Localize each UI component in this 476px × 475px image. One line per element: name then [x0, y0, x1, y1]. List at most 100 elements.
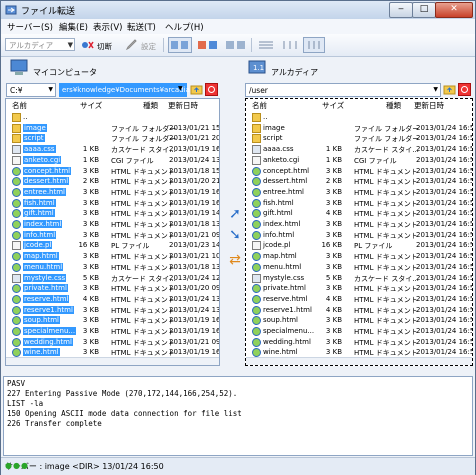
file-row[interactable]: dessert.html 2 KB HTML ドキュメント 2013/01/20 21… — [6, 176, 219, 187]
maximize-button[interactable]: □ — [412, 2, 436, 18]
file-row[interactable]: map.html 3 KB HTML ドキュメント 2013/01/24 16:50 — [246, 251, 472, 262]
file-row[interactable]: aaaa.css 1 KB カスケード スタイ...2013/01/19 16:3 — [6, 144, 219, 155]
column-header-name[interactable]: 名前 — [252, 100, 267, 111]
file-row[interactable]: specialmenu... 3 KB HTML ドキュメント 2013/01/24 … — [246, 326, 472, 337]
file-row[interactable]: reserve.html 4 KB HTML ドキュメント 2013/01/24 16… — [246, 294, 472, 305]
file-row[interactable]: wedding.html 3 KB HTML ドキュメント 2013/01/21 09… — [6, 337, 219, 348]
view-mode-detail-button[interactable] — [303, 37, 325, 53]
file-row[interactable]: soup.html 3 KB HTML ドキュメント2013/01/19 16:1 — [6, 315, 219, 326]
column-header-type[interactable]: 種類 — [143, 100, 158, 111]
file-row[interactable]: mystyle.css 5 KB カスケード スタイ... 2013/01/24 16… — [246, 273, 472, 284]
file-row[interactable]: private.html 3 KB HTML ドキュメント 2013/01/24 16… — [246, 283, 472, 294]
file-row[interactable]: entree.html 3 KB HTML ドキュメント2013/01/19 16:… — [6, 187, 219, 198]
column-header-date[interactable]: 更新日時 — [414, 100, 444, 111]
column-header-size[interactable]: サイズ — [80, 100, 102, 111]
remote-horizontal-scrollbar[interactable] — [246, 357, 472, 365]
file-row[interactable]: jcode.pl 16 KB PL ファイル 2013/01/24 16:50 — [246, 240, 472, 251]
file-row[interactable]: reserve.html 4 KB HTML ドキュメント 2013/01/24 13… — [6, 294, 219, 305]
file-row[interactable]: info.html 3 KB HTML ドキュメント2013/01/21 09:2 — [6, 230, 219, 241]
file-row[interactable]: info.html 3 KB HTML ドキュメント 2013/01/24 16:50 — [246, 230, 472, 241]
folder-icon — [252, 134, 261, 144]
view-mode-list-button[interactable] — [168, 37, 192, 53]
sync-arrows-icon[interactable]: ⇄ — [227, 252, 243, 268]
file-name: .. — [23, 113, 28, 121]
file-row[interactable]: jcode.pl 16 KB PL ファイル 2013/01/23 14:4 — [6, 240, 219, 251]
file-row[interactable]: script ファイル フォルダー2013/01/21 20:08 — [6, 133, 219, 144]
settings-button[interactable]: 設定 — [141, 41, 156, 52]
menu-view[interactable]: 表示(V) — [93, 21, 122, 33]
local-file-list[interactable]: 名前 サイズ 種類 更新日時 .. image ファイル フォルダー 2013/01/… — [5, 98, 220, 366]
file-row[interactable]: fish.html 3 KB HTML ドキュメント2013/01/19 16:0 — [6, 198, 219, 209]
file-row[interactable]: index.html 3 KB HTML ドキュメント2013/01/18 13:2 — [6, 219, 219, 230]
upload-arrow-icon[interactable]: ➚ — [227, 206, 243, 222]
file-type: ファイル フォルダー — [111, 135, 177, 144]
file-type: HTML ドキュメント — [111, 317, 175, 326]
local-path-input[interactable]: ers¥knowledge¥Documents¥arcadia — [59, 83, 190, 97]
file-row[interactable]: gift.html 4 KB HTML ドキュメント 2013/01/24 16:50 — [246, 208, 472, 219]
pencil-icon[interactable] — [125, 39, 139, 51]
file-row[interactable]: aaaa.css 1 KB カスケード スタイ... 2013/01/24 16:50 — [246, 144, 472, 155]
remote-file-list[interactable]: 名前 サイズ 種類 更新日時 .. image ファイル フォルダー 2013/01/… — [245, 98, 473, 366]
file-row[interactable]: .. — [6, 112, 219, 123]
file-row[interactable]: soup.html 3 KB HTML ドキュメント 2013/01/24 16:50 — [246, 315, 472, 326]
file-row[interactable]: image ファイル フォルダー2013/01/21 15:0 — [6, 123, 219, 134]
file-row[interactable]: reserve1.html 3 KB HTML ドキュメント 2013/01/24 1… — [6, 305, 219, 316]
menu-edit[interactable]: 編集(E) — [59, 21, 88, 33]
menu-help[interactable]: ヘルプ(H) — [165, 21, 204, 33]
remote-path-input[interactable]: /user ▼ — [245, 83, 441, 97]
file-row[interactable]: image ファイル フォルダー 2013/01/24 16:50 — [246, 123, 472, 134]
column-header-size[interactable]: サイズ — [322, 100, 344, 111]
file-row[interactable]: dessert.html 2 KB HTML ドキュメント 2013/01/24 16… — [246, 176, 472, 187]
disconnect-button[interactable]: 切断 — [97, 41, 112, 52]
file-row[interactable]: concept.html 3 KB HTML ドキュメント 2013/01/24 16… — [246, 166, 472, 177]
file-row[interactable]: entree.html 3 KB HTML ドキュメント 2013/01/24 16:… — [246, 187, 472, 198]
file-row[interactable]: wedding.html 3 KB HTML ドキュメント 2013/01/24 16… — [246, 337, 472, 348]
local-drive-select[interactable]: C:¥ ▼ — [6, 83, 56, 97]
transfer-mode-icon[interactable] — [197, 39, 219, 51]
refresh-icon[interactable] — [205, 83, 218, 96]
menu-transfer[interactable]: 転送(T) — [127, 21, 156, 33]
local-horizontal-scrollbar[interactable] — [6, 357, 219, 365]
server-select[interactable]: アルカディア ▼ — [5, 38, 75, 51]
column-header-type[interactable]: 種類 — [386, 100, 401, 111]
close-button[interactable]: ✕ — [435, 2, 473, 18]
up-folder-icon[interactable] — [190, 83, 203, 96]
file-type: カスケード スタイ... — [111, 146, 176, 155]
columns-icon[interactable] — [281, 39, 299, 51]
menu-server[interactable]: サーバー(S) — [7, 21, 53, 33]
file-row[interactable]: script ファイル フォルダー 2013/01/24 16:50 — [246, 133, 472, 144]
file-name: script — [263, 134, 283, 143]
details-icon[interactable] — [257, 39, 275, 51]
column-header-date[interactable]: 更新日時 — [168, 100, 198, 111]
file-row[interactable]: anketo.cgi 1 KB CGI ファイル 2013/01/24 16:50 — [246, 155, 472, 166]
file-icon — [12, 273, 21, 283]
file-size: 3 KB — [325, 316, 342, 325]
file-row[interactable]: fish.html 3 KB HTML ドキュメント 2013/01/24 16:50 — [246, 198, 472, 209]
file-row[interactable]: anketo.cgi 1 KB CGI ファイル 2013/01/24 13:5 — [6, 155, 219, 166]
file-row[interactable]: menu.html 3 KB HTML ドキュメント 2013/01/24 16:50 — [246, 262, 472, 273]
file-row[interactable]: map.html 3 KB HTML ドキュメント2013/01/21 10:0 — [6, 251, 219, 262]
file-row[interactable]: specialmenu... 3 KB HTML ドキュメント 2013/01/19 … — [6, 326, 219, 337]
minimize-button[interactable]: ‒ — [389, 2, 413, 18]
file-row[interactable]: private.html 3 KB HTML ドキュメント 2013/01/20 09… — [6, 283, 219, 294]
file-row[interactable]: menu.html 3 KB HTML ドキュメント2013/01/18 13:2 — [6, 262, 219, 273]
file-size: 3 KB — [325, 220, 342, 228]
transfer-log[interactable]: PASV 227 Entering Passive Mode (270,172,… — [3, 376, 473, 456]
sync-icon[interactable] — [225, 39, 247, 51]
connect-icon[interactable] — [81, 39, 95, 51]
column-header-name[interactable]: 名前 — [12, 100, 27, 111]
file-size: 1 KB — [82, 155, 99, 164]
file-type: HTML ドキュメント — [111, 338, 175, 347]
up-folder-icon[interactable] — [443, 83, 456, 96]
refresh-icon[interactable] — [458, 83, 471, 96]
folder-icon — [252, 113, 261, 122]
file-row[interactable]: .. — [246, 112, 472, 123]
file-row[interactable]: concept.html 3 KB HTML ドキュメント 2013/01/18 15… — [6, 166, 219, 177]
file-row[interactable]: gift.html 3 KB HTML ドキュメント2013/01/19 14:5 — [6, 208, 219, 219]
file-row[interactable]: index.html 3 KB HTML ドキュメント 2013/01/24 16:5… — [246, 219, 472, 230]
download-arrow-icon[interactable]: ➘ — [227, 227, 243, 243]
chevron-down-icon[interactable]: ▼ — [178, 85, 183, 92]
file-row[interactable]: mystyle.css 5 KB カスケード スタイ... 2013/01/24 12… — [6, 273, 219, 284]
file-date: 2013/01/24 16:50 — [416, 177, 473, 186]
file-row[interactable]: reserve1.html 4 KB HTML ドキュメント 2013/01/24 1… — [246, 305, 472, 316]
